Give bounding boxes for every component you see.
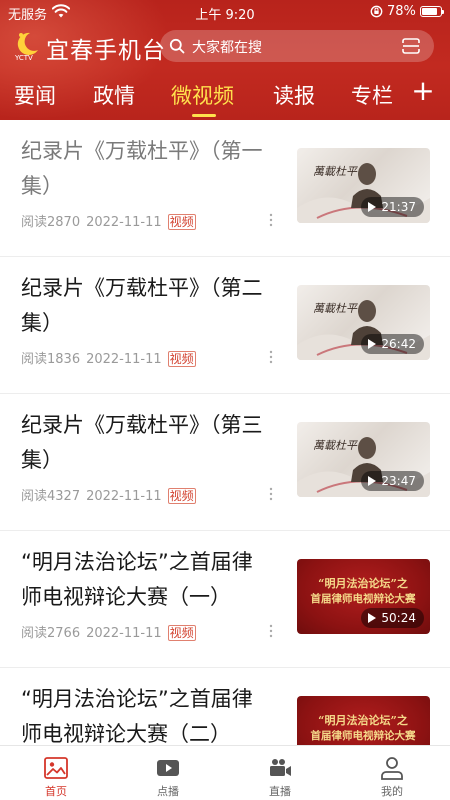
duration-text: 50:24 <box>381 611 416 625</box>
active-tab-indicator <box>192 114 216 117</box>
video-thumbnail[interactable]: “明月法治论坛”之 首届律师电视辩论大赛 <box>297 696 430 745</box>
nav-profile[interactable]: 我的 <box>336 746 448 800</box>
thumb-headline-1: “明月法治论坛”之 <box>318 576 408 590</box>
duration-badge: 26:42 <box>361 334 424 354</box>
debate-thumbnail-art: “明月法治论坛”之 首届律师电视辩论大赛 <box>311 713 416 742</box>
category-tabs: 要闻 政情 微视频 读报 专栏 + <box>0 74 450 120</box>
article-title: 纪录片《万载杜平》（第二集） <box>21 276 263 335</box>
app-logo-icon: YCTV <box>14 32 38 62</box>
article-meta: 阅读1836 2022-11-11 视频 <box>21 348 202 367</box>
publish-date: 2022-11-11 <box>86 352 162 367</box>
publish-date: 2022-11-11 <box>86 215 162 230</box>
more-options-icon[interactable] <box>268 350 274 364</box>
thumb-headline-2: 首届律师电视辩论大赛 <box>311 729 416 742</box>
more-options-icon[interactable] <box>268 213 274 227</box>
battery-icon <box>420 6 444 17</box>
thumb-headline-2: 首届律师电视辩论大赛 <box>311 592 416 605</box>
video-tag: 视频 <box>167 488 196 504</box>
publish-date: 2022-11-11 <box>86 626 162 641</box>
scan-icon[interactable] <box>402 38 420 54</box>
thumb-headline-1: “明月法治论坛”之 <box>318 713 408 727</box>
article-meta: 阅读4327 2022-11-11 视频 <box>21 485 202 504</box>
video-tag: 视频 <box>167 625 196 641</box>
play-icon <box>368 202 377 212</box>
duration-badge: 21:37 <box>361 197 424 217</box>
duration-text: 23:47 <box>381 474 416 488</box>
nav-home-label: 首页 <box>45 785 67 798</box>
video-camera-icon <box>270 759 291 776</box>
list-item[interactable]: 纪录片《万载杜平》（第三集） 阅读4327 2022-11-11 视频 萬載杜平 2… <box>0 394 450 531</box>
tab-weishipin[interactable]: 微视频 <box>171 80 234 110</box>
publish-date: 2022-11-11 <box>86 489 162 504</box>
nav-vod-label: 点播 <box>157 785 179 798</box>
home-picture-icon <box>44 757 68 779</box>
list-item[interactable]: “明月法治论坛”之首届律师电视辩论大赛（一） 阅读2766 2022-11-11 视… <box>0 531 450 668</box>
thumb-calligraphy: 萬載杜平 <box>313 439 358 452</box>
more-options-icon[interactable] <box>268 487 274 501</box>
article-title: “明月法治论坛”之首届律师电视辩论大赛（二） <box>21 687 253 745</box>
battery-percent: 78% <box>387 4 416 19</box>
more-options-icon[interactable] <box>268 624 274 638</box>
video-thumbnail[interactable]: 萬載杜平 26:42 <box>297 285 430 360</box>
add-tab-button[interactable]: + <box>410 76 436 106</box>
nav-live[interactable]: 直播 <box>224 746 336 800</box>
read-count: 阅读1836 <box>21 352 81 367</box>
read-count: 阅读2870 <box>21 215 81 230</box>
tab-yaowen[interactable]: 要闻 <box>14 80 56 110</box>
nav-profile-label: 我的 <box>381 785 403 798</box>
list-item[interactable]: 纪录片《万载杜平》（第一集） 阅读2870 2022-11-11 视频 萬載杜平 2… <box>0 120 450 257</box>
app-title: 宜春手机台 <box>46 38 166 64</box>
search-icon <box>169 38 185 54</box>
nav-vod[interactable]: 点播 <box>112 746 224 800</box>
tab-zhuanlan[interactable]: 专栏 <box>351 80 393 110</box>
duration-badge: 23:47 <box>361 471 424 491</box>
status-bar: 无服务 上午 9:20 78% <box>0 0 450 24</box>
read-count: 阅读2766 <box>21 626 81 641</box>
thumb-calligraphy: 萬載杜平 <box>313 302 358 315</box>
play-icon <box>368 613 377 623</box>
article-meta: 阅读2766 2022-11-11 视频 <box>21 622 202 641</box>
play-icon <box>368 339 377 349</box>
tab-zhengqing[interactable]: 政情 <box>93 80 135 110</box>
duration-badge: 50:24 <box>361 608 424 628</box>
video-thumbnail[interactable]: “明月法治论坛”之 首届律师电视辩论大赛 50:24 <box>297 559 430 634</box>
play-icon <box>157 760 179 776</box>
play-icon <box>368 476 377 486</box>
duration-text: 21:37 <box>381 200 416 214</box>
search-bar[interactable]: 大家都在搜 <box>160 30 434 62</box>
duration-text: 26:42 <box>381 337 416 351</box>
article-title: “明月法治论坛”之首届律师电视辩论大赛（一） <box>21 550 253 609</box>
bottom-nav: 首页 点播 直播 我的 <box>0 745 450 800</box>
nav-live-label: 直播 <box>269 785 291 798</box>
tab-dubao[interactable]: 读报 <box>273 80 315 110</box>
video-thumbnail[interactable]: 萬載杜平 23:47 <box>297 422 430 497</box>
article-title: 纪录片《万载杜平》（第一集） <box>21 139 263 198</box>
thumb-calligraphy: 萬載杜平 <box>313 165 358 178</box>
search-placeholder: 大家都在搜 <box>192 40 262 56</box>
article-title: 纪录片《万载杜平》（第三集） <box>21 413 263 472</box>
nav-home[interactable]: 首页 <box>0 746 112 800</box>
video-tag: 视频 <box>167 214 196 230</box>
list-item[interactable]: “明月法治论坛”之首届律师电视辩论大赛（二） “明月法治论坛”之 首届律师电视辩… <box>0 668 450 745</box>
rotation-lock-icon <box>370 5 383 18</box>
app-header: 无服务 上午 9:20 78% YCTV 宜春手机台 大家都在搜 要闻 政情 微… <box>0 0 450 120</box>
video-tag: 视频 <box>167 351 196 367</box>
user-icon <box>381 757 403 780</box>
read-count: 阅读4327 <box>21 489 81 504</box>
svg-text:YCTV: YCTV <box>14 54 33 62</box>
article-meta: 阅读2870 2022-11-11 视频 <box>21 211 202 230</box>
video-thumbnail[interactable]: 萬載杜平 21:37 <box>297 148 430 223</box>
video-list[interactable]: 纪录片《万载杜平》（第一集） 阅读2870 2022-11-11 视频 萬載杜平 2… <box>0 120 450 745</box>
list-item[interactable]: 纪录片《万载杜平》（第二集） 阅读1836 2022-11-11 视频 萬載杜平 2… <box>0 257 450 394</box>
